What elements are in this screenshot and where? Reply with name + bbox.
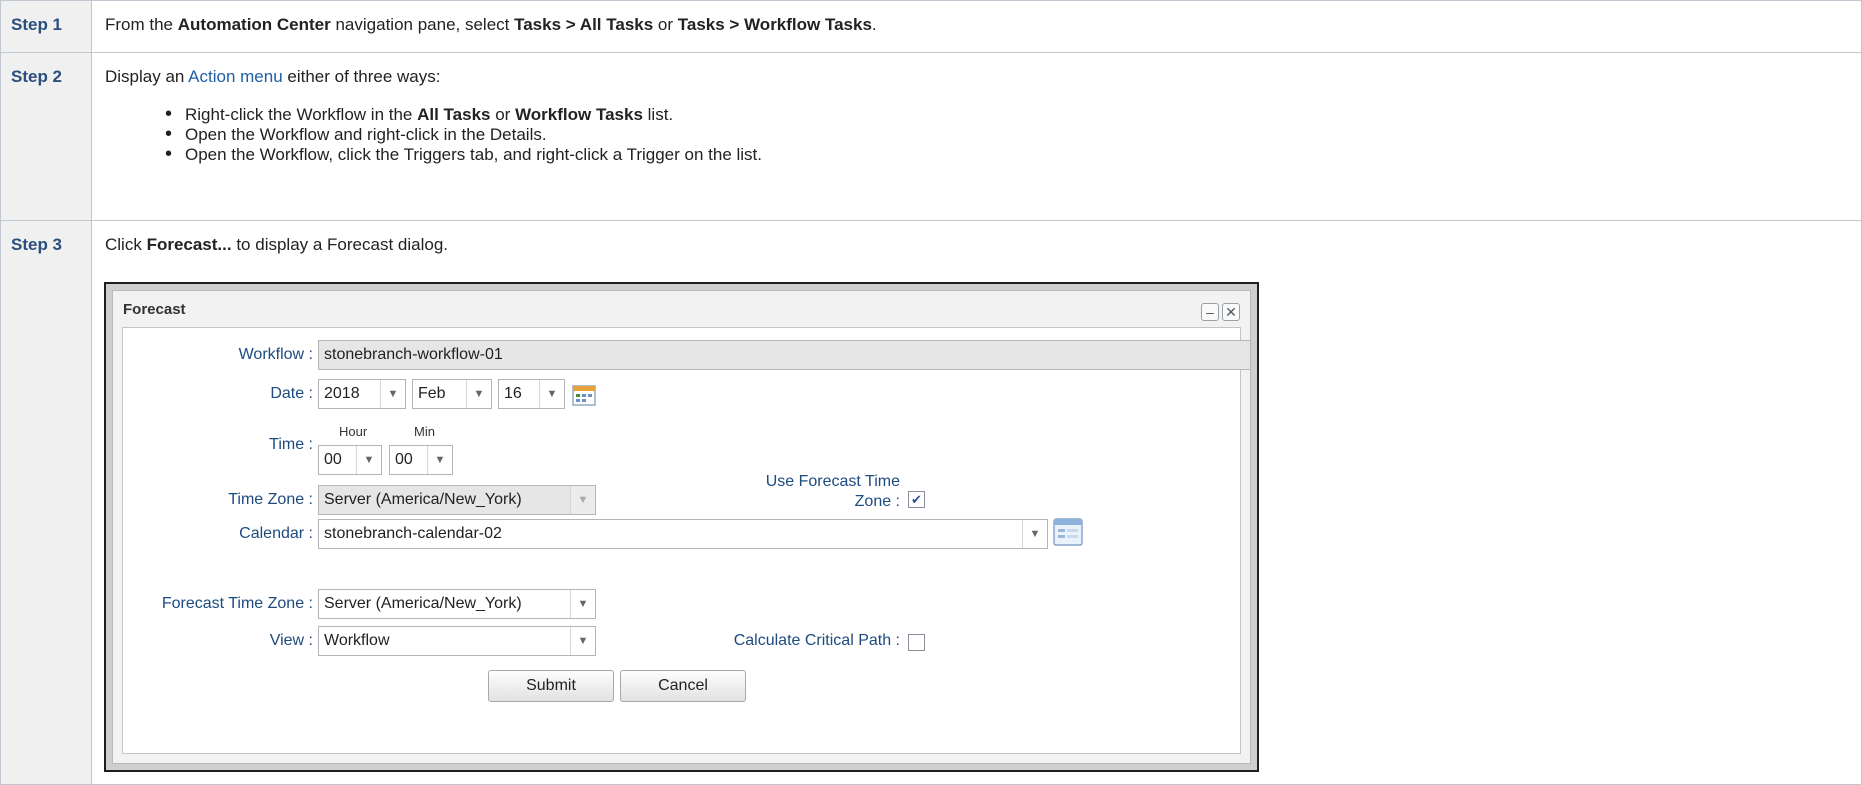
bold-text: All Tasks	[417, 105, 491, 124]
submit-button[interactable]: Submit	[488, 670, 614, 702]
list-item: Open the Workflow and right-click in the…	[165, 124, 1861, 145]
bold-text: Forecast...	[146, 235, 232, 254]
use-forecast-time-zone-label: Use Forecast Time Zone :	[723, 472, 900, 512]
view-select[interactable]: Workflow ▼	[318, 626, 596, 656]
forecast-time-zone-value: Server (America/New_York)	[324, 595, 522, 612]
chevron-down-icon: ▼	[570, 486, 595, 514]
text: either of three ways:	[282, 67, 441, 86]
date-day-select[interactable]: 16 ▼	[498, 379, 565, 409]
chevron-down-icon[interactable]: ▼	[427, 446, 452, 474]
view-value: Workflow	[324, 632, 390, 649]
action-menu-link[interactable]: Action menu	[188, 67, 283, 86]
label-line: Zone :	[854, 493, 900, 510]
calendar-select[interactable]: stonebranch-calendar-02 ▼	[318, 519, 1048, 549]
time-label: Time :	[269, 436, 313, 453]
bullet-list: Right-click the Workflow in the All Task…	[105, 104, 1861, 165]
cancel-button[interactable]: Cancel	[620, 670, 746, 702]
date-month-value: Feb	[418, 385, 446, 402]
check-icon: ✔	[911, 492, 922, 507]
time-min-select[interactable]: 00 ▼	[389, 445, 453, 475]
chevron-down-icon[interactable]: ▼	[539, 380, 564, 408]
date-day-value: 16	[504, 385, 522, 402]
text: .	[871, 15, 877, 34]
date-label: Date :	[270, 385, 313, 402]
date-year-value: 2018	[324, 385, 360, 402]
time-zone-select[interactable]: Server (America/New_York) ▼	[318, 485, 596, 515]
calendar-icon[interactable]	[572, 384, 596, 406]
bold-text: Workflow Tasks	[515, 105, 643, 124]
step-label: Step 1	[0, 0, 92, 53]
time-zone-value: Server (America/New_York)	[324, 491, 522, 508]
date-year-select[interactable]: 2018 ▼	[318, 379, 406, 409]
chevron-down-icon[interactable]: ▼	[570, 627, 595, 655]
chevron-down-icon[interactable]: ▼	[356, 446, 381, 474]
text: or	[490, 105, 516, 124]
calendar-label: Calendar :	[239, 525, 313, 542]
text: Display an	[105, 67, 189, 86]
chevron-down-icon[interactable]: ▼	[570, 590, 595, 618]
dialog-title: Forecast	[123, 301, 186, 318]
text: Click	[105, 235, 147, 254]
text: to display a Forecast dialog.	[231, 235, 449, 254]
label-line: Use Forecast Time	[765, 473, 900, 490]
step-intro: Display an Action menu either of three w…	[105, 67, 1861, 87]
step-row-2: Step 2 Display an Action menu either of …	[0, 52, 1862, 221]
text: list.	[642, 105, 674, 124]
forecast-time-zone-select[interactable]: Server (America/New_York) ▼	[318, 589, 596, 619]
use-forecast-time-zone-checkbox[interactable]: ✔	[908, 491, 925, 508]
close-button[interactable]: ✕	[1222, 303, 1240, 321]
bold-text: Tasks > Workflow Tasks	[677, 15, 872, 34]
time-hour-select[interactable]: 00 ▼	[318, 445, 382, 475]
dialog-body: Workflow : stonebranch-workflow-01 Date …	[122, 327, 1251, 754]
list-item: Right-click the Workflow in the All Task…	[165, 104, 1861, 125]
calendar-details-icon[interactable]	[1053, 518, 1083, 546]
time-hour-value: 00	[324, 451, 342, 468]
text: From the	[105, 15, 178, 34]
step-row-1: Step 1 From the Automation Center naviga…	[0, 0, 1862, 53]
chevron-down-icon[interactable]: ▼	[1022, 520, 1047, 548]
text: navigation pane, select	[330, 15, 515, 34]
text: or	[653, 15, 678, 34]
calendar-value: stonebranch-calendar-02	[324, 525, 502, 542]
view-label: View :	[269, 632, 313, 649]
minimize-button[interactable]: –	[1201, 303, 1219, 321]
chevron-down-icon[interactable]: ▼	[380, 380, 405, 408]
workflow-field[interactable]: stonebranch-workflow-01	[318, 340, 1251, 370]
calculate-critical-path-checkbox[interactable]	[908, 634, 925, 651]
bold-text: Tasks > All Tasks	[514, 15, 654, 34]
time-min-value: 00	[395, 451, 413, 468]
step-text: From the Automation Center navigation pa…	[91, 0, 1862, 53]
forecast-dialog-screenshot: Forecast – ✕ Workflow : stonebranch-work…	[104, 282, 1259, 772]
step-label: Step 3	[0, 220, 92, 785]
chevron-down-icon[interactable]: ▼	[466, 380, 491, 408]
text: Right-click the Workflow in the	[185, 105, 418, 124]
workflow-label: Workflow :	[238, 346, 313, 363]
forecast-dialog: Forecast – ✕ Workflow : stonebranch-work…	[112, 290, 1251, 764]
step-text: Display an Action menu either of three w…	[91, 52, 1862, 221]
bold-text: Automation Center	[177, 15, 331, 34]
dialog-window-controls: – ✕	[1198, 303, 1240, 321]
min-label: Min	[414, 424, 435, 439]
date-month-select[interactable]: Feb ▼	[412, 379, 492, 409]
calculate-critical-path-label: Calculate Critical Path :	[733, 632, 900, 649]
forecast-time-zone-label: Forecast Time Zone :	[161, 595, 313, 612]
time-zone-label: Time Zone :	[228, 491, 313, 508]
list-item: Open the Workflow, click the Triggers ta…	[165, 144, 1861, 165]
hour-label: Hour	[339, 424, 368, 439]
step-label: Step 2	[0, 52, 92, 221]
